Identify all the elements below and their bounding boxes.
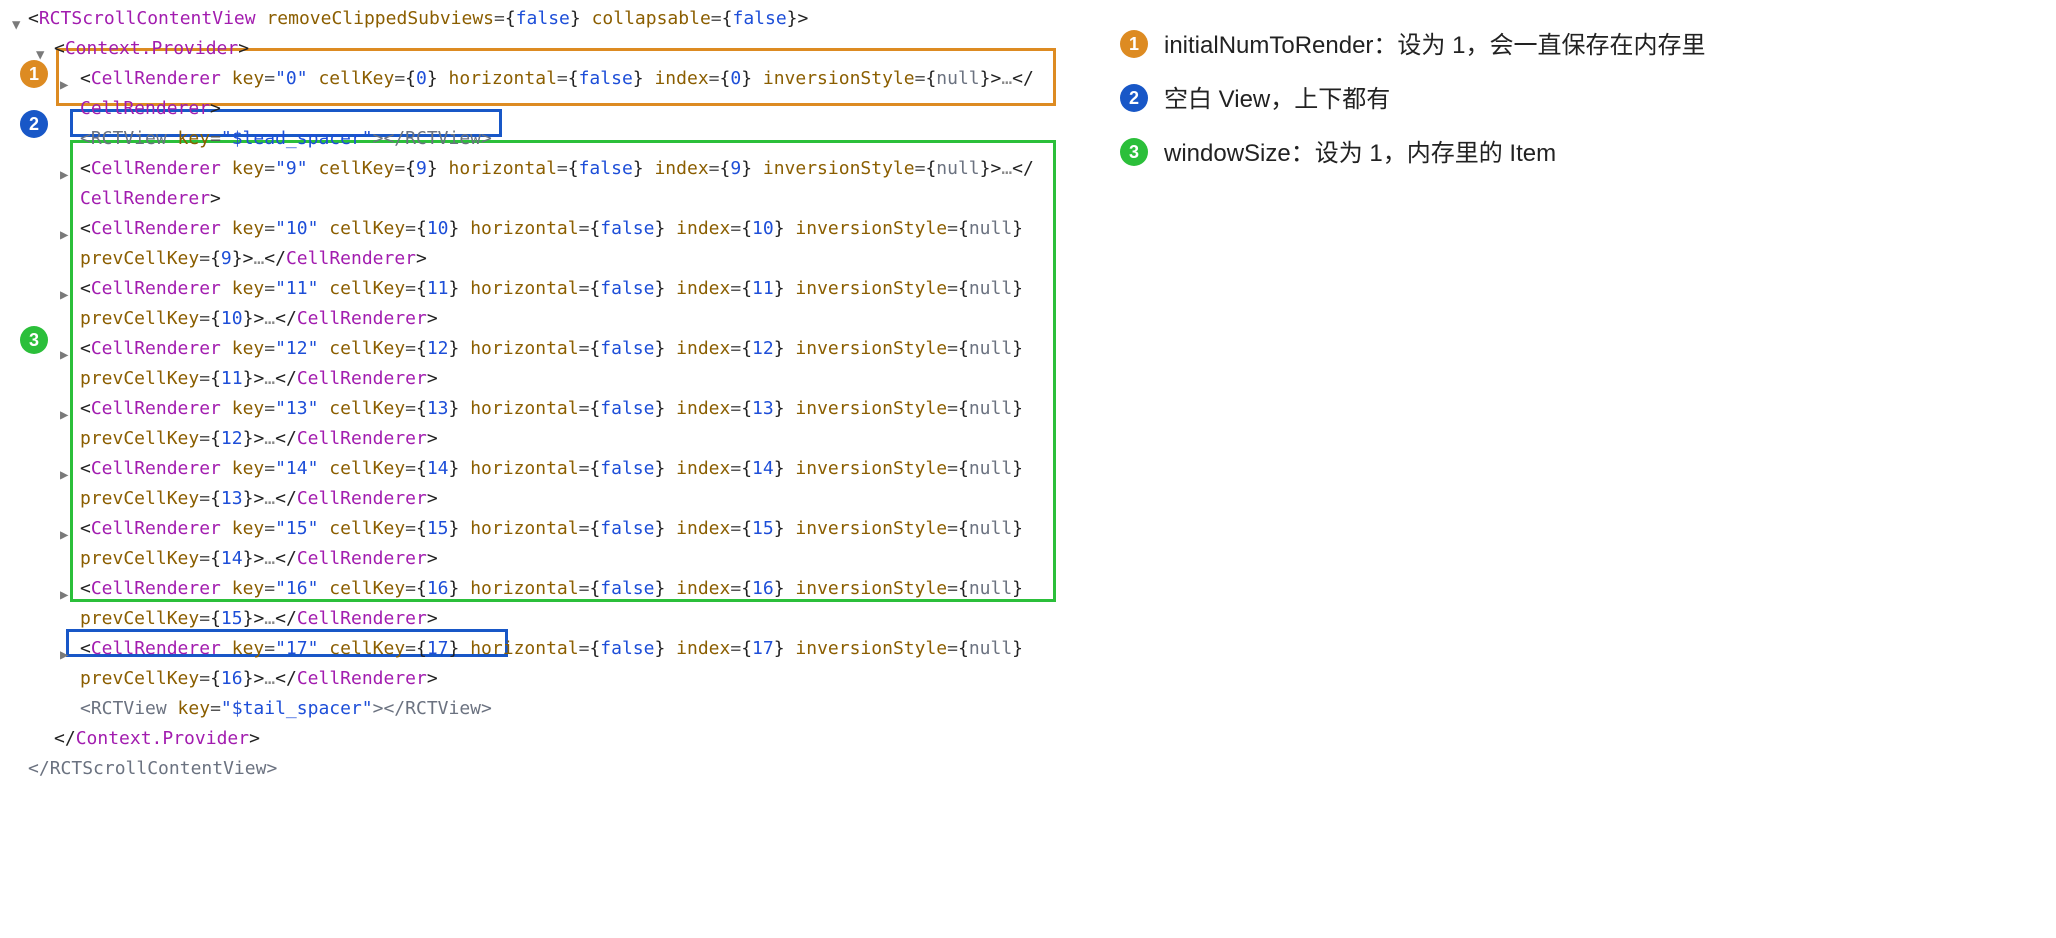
legend-text-3: windowSize：设为 1，内存里的 Item — [1164, 138, 1556, 170]
tree-row[interactable]: ▶<CellRenderer key="11" cellKey={11} hor… — [0, 274, 1080, 304]
legend-item: 2 空白 View，上下都有 — [1120, 84, 2056, 116]
tree-row[interactable]: ▶ <CellRenderer key="9" cellKey={9} hori… — [0, 154, 1080, 184]
legend-panel: 1 initialNumToRender：设为 1，会一直保存在内存里 2 空白… — [1080, 0, 2056, 938]
tree-row[interactable]: </Context.Provider> — [0, 724, 1080, 754]
tree-row[interactable]: ▼ <RCTScrollContentView removeClippedSub… — [0, 4, 1080, 34]
tree-row[interactable]: ▶<CellRenderer key="16" cellKey={16} hor… — [0, 574, 1080, 604]
tree-row-continuation: CellRenderer> — [0, 184, 1080, 214]
tree-row[interactable]: ▶ <CellRenderer key="0" cellKey={0} hori… — [0, 64, 1080, 94]
legend-badge-1: 1 — [1120, 30, 1148, 58]
legend-text-2: 空白 View，上下都有 — [1164, 84, 1390, 116]
tree-row[interactable]: ▶<CellRenderer key="13" cellKey={13} hor… — [0, 394, 1080, 424]
tree-row[interactable]: ▶<CellRenderer key="15" cellKey={15} hor… — [0, 514, 1080, 544]
tree-row[interactable]: <RCTView key="$tail_spacer"></RCTView> — [0, 694, 1080, 724]
tree-row-continuation: prevCellKey={11}>…</CellRenderer> — [0, 364, 1080, 394]
tree-row[interactable]: <RCTView key="$lead_spacer"></RCTView> — [0, 124, 1080, 154]
legend-item: 3 windowSize：设为 1，内存里的 Item — [1120, 138, 2056, 170]
tree-row-continuation: prevCellKey={13}>…</CellRenderer> — [0, 484, 1080, 514]
tree-row-continuation: CellRenderer> — [0, 94, 1080, 124]
tree-row-continuation: prevCellKey={15}>…</CellRenderer> — [0, 604, 1080, 634]
tree-row-continuation: prevCellKey={12}>…</CellRenderer> — [0, 424, 1080, 454]
code-tree-panel: 1 2 3 ▼ <RCTScrollContentView removeClip… — [0, 0, 1080, 938]
tree-row-continuation: prevCellKey={10}>…</CellRenderer> — [0, 304, 1080, 334]
legend-text-1: initialNumToRender：设为 1，会一直保存在内存里 — [1164, 30, 1705, 62]
tree-row-continuation: prevCellKey={9}>…</CellRenderer> — [0, 244, 1080, 274]
tree-row[interactable]: </RCTScrollContentView> — [0, 754, 1080, 784]
tree-row[interactable]: ▶<CellRenderer key="10" cellKey={10} hor… — [0, 214, 1080, 244]
legend-badge-3: 3 — [1120, 138, 1148, 166]
tree-row[interactable]: ▶<CellRenderer key="12" cellKey={12} hor… — [0, 334, 1080, 364]
legend-badge-2: 2 — [1120, 84, 1148, 112]
tree-row-continuation: prevCellKey={16}>…</CellRenderer> — [0, 664, 1080, 694]
tree-row[interactable]: ▶<CellRenderer key="14" cellKey={14} hor… — [0, 454, 1080, 484]
tree-row[interactable]: ▼ <Context.Provider> — [0, 34, 1080, 64]
tree-row-continuation: prevCellKey={14}>…</CellRenderer> — [0, 544, 1080, 574]
tree-row[interactable]: ▶<CellRenderer key="17" cellKey={17} hor… — [0, 634, 1080, 664]
legend-item: 1 initialNumToRender：设为 1，会一直保存在内存里 — [1120, 30, 2056, 62]
